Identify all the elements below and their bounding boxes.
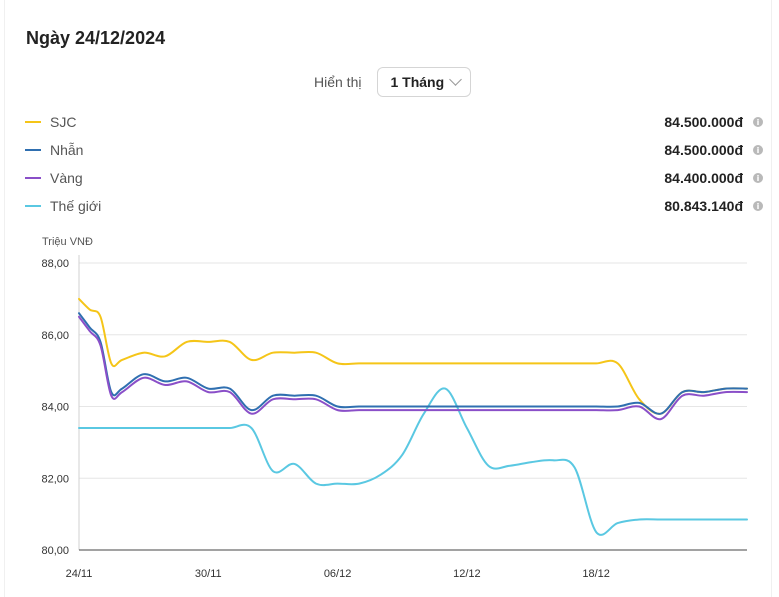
y-tick-labels: 88,00 86,00 84,00 82,00 80,00	[41, 258, 69, 557]
legend-name: Thế giới	[50, 198, 102, 214]
legend-price: 84.400.000đ	[664, 170, 743, 186]
series-line-sjc[interactable]	[78, 297, 748, 415]
legend-item-sjc[interactable]: SJC 84.500.000đ i	[25, 108, 763, 136]
grid-layer	[78, 255, 747, 551]
legend-price: 80.843.140đ	[664, 198, 743, 214]
info-icon[interactable]: i	[753, 145, 763, 155]
legend-name: Vàng	[50, 170, 83, 186]
legend: SJC 84.500.000đ i Nhẫn 84.500.000đ i Vàn…	[25, 108, 763, 220]
page-title: Ngày 24/12/2024	[26, 28, 166, 48]
legend-swatch	[25, 121, 41, 123]
y-tick-label: 82,00	[41, 473, 69, 485]
display-filter: Hiển thị 1 Tháng	[314, 67, 472, 97]
legend-swatch	[25, 205, 41, 207]
price-line-chart: 88,00 86,00 84,00 82,00 80,00 24/11 30/11 06/1…	[41, 255, 748, 580]
y-axis-unit: Triệu VNĐ	[42, 236, 93, 248]
legend-name: Nhẫn	[50, 142, 84, 158]
y-tick-label: 84,00	[41, 402, 69, 414]
x-tick-label: 30/11	[195, 568, 222, 580]
x-tick-label: 12/12	[453, 568, 481, 580]
series-line-vàng[interactable]	[78, 315, 748, 421]
legend-item-vang[interactable]: Vàng 84.400.000đ i	[25, 164, 763, 192]
y-tick-label: 80,00	[41, 545, 69, 557]
period-select-value: 1 Tháng	[390, 74, 445, 90]
legend-swatch	[25, 177, 41, 179]
x-tick-labels: 24/11 30/11 06/12 12/12 18/12	[66, 568, 610, 580]
x-tick-label: 18/12	[582, 568, 610, 580]
info-icon[interactable]: i	[753, 201, 763, 211]
display-label: Hiển thị	[314, 74, 362, 90]
chevron-down-icon	[449, 73, 463, 86]
legend-swatch	[25, 149, 41, 151]
info-icon[interactable]: i	[753, 173, 763, 183]
legend-price: 84.500.000đ	[664, 114, 743, 130]
y-tick-label: 88,00	[41, 258, 69, 270]
x-tick-label: 24/11	[66, 568, 93, 580]
period-select[interactable]: 1 Tháng	[377, 67, 472, 97]
legend-name: SJC	[50, 114, 77, 130]
legend-item-nhan[interactable]: Nhẫn 84.500.000đ i	[25, 136, 763, 164]
info-icon[interactable]: i	[753, 117, 763, 127]
y-tick-label: 86,00	[41, 330, 69, 342]
legend-price: 84.500.000đ	[664, 142, 743, 158]
x-tick-label: 06/12	[324, 568, 352, 580]
legend-item-the-gioi[interactable]: Thế giới 80.843.140đ i	[25, 192, 763, 220]
